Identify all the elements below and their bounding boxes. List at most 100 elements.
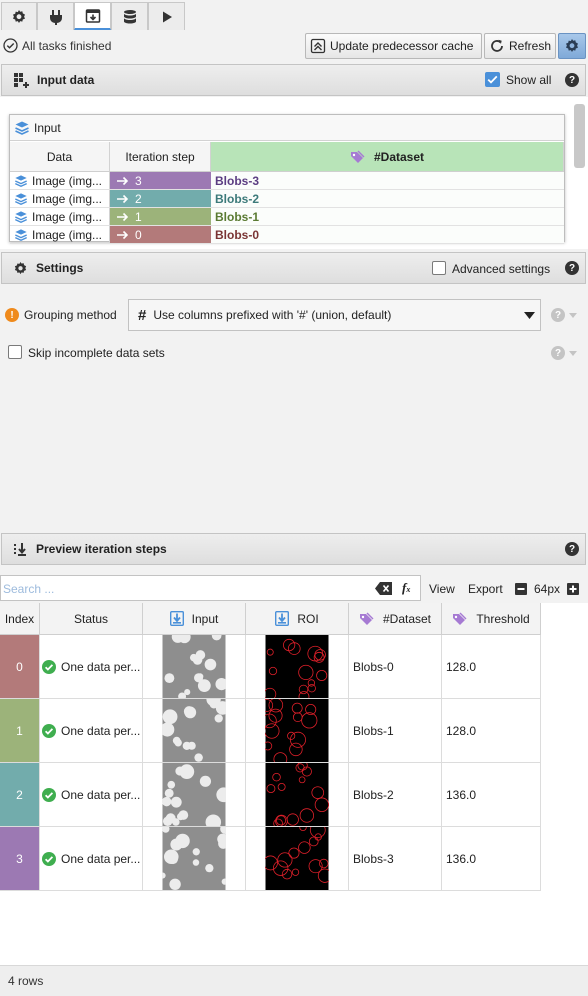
- input-image-thumbnail[interactable]: [162, 827, 226, 890]
- grouping-method-label: Grouping method: [24, 308, 117, 322]
- arrow-right-icon: [116, 212, 130, 222]
- input-row[interactable]: Image (img... 0 Blobs-0: [10, 226, 564, 244]
- cache-settings-button[interactable]: [558, 33, 586, 59]
- table-row[interactable]: 2 One data per... Blobs-2 136.0: [0, 763, 541, 827]
- update-cache-label: Update predecessor cache: [330, 39, 474, 53]
- roi-cell: [246, 827, 349, 890]
- scrollbar-thumb[interactable]: [574, 104, 585, 168]
- gear-icon: [11, 9, 27, 25]
- status-value: One data per...: [61, 851, 141, 866]
- zoom-out-icon[interactable]: [515, 583, 527, 595]
- column-header-iteration-step[interactable]: Iteration step: [110, 142, 211, 172]
- column-header-data[interactable]: Data: [10, 142, 110, 172]
- roi-thumbnail[interactable]: [265, 699, 329, 762]
- dataset-value: Blobs-0: [353, 659, 394, 674]
- column-header-dataset[interactable]: #Dataset: [349, 603, 442, 635]
- refresh-button[interactable]: Refresh: [484, 33, 556, 59]
- tab-run[interactable]: [148, 2, 185, 30]
- status-row: All tasks finished Update predecessor ca…: [0, 31, 588, 61]
- show-all-checkbox[interactable]: [485, 72, 500, 87]
- table-row[interactable]: 3 One data per... Blobs-3 136.0: [0, 827, 541, 891]
- help-icon[interactable]: ?: [565, 73, 579, 87]
- help-icon[interactable]: ?: [565, 261, 579, 275]
- database-icon: [122, 9, 138, 25]
- skip-incomplete-checkbox[interactable]: [8, 345, 22, 359]
- column-header-index[interactable]: Index: [0, 603, 40, 635]
- export-menu[interactable]: Export: [468, 582, 503, 596]
- data-cell: Image (img...: [10, 190, 110, 207]
- dataset-cell: Blobs-3: [349, 827, 442, 890]
- column-header-roi[interactable]: ROI: [246, 603, 349, 635]
- input-slot-icon: [275, 611, 290, 626]
- help-icon[interactable]: ?: [551, 346, 565, 360]
- clear-search-icon[interactable]: [375, 582, 392, 595]
- input-row[interactable]: Image (img... 1 Blobs-1: [10, 208, 564, 226]
- roi-thumbnail[interactable]: [265, 635, 329, 698]
- status-cell: One data per...: [40, 635, 143, 698]
- status-cell: One data per...: [40, 827, 143, 890]
- iteration-step-cell: 3: [110, 172, 211, 189]
- help-icon[interactable]: ?: [551, 308, 565, 322]
- tab-data[interactable]: [111, 2, 148, 30]
- data-cell: Image (img...: [10, 226, 110, 243]
- tab-settings[interactable]: [1, 2, 37, 30]
- status-value: One data per...: [61, 723, 141, 738]
- column-header-threshold[interactable]: Threshold: [442, 603, 541, 635]
- dataset-cell: Blobs-3: [211, 172, 564, 189]
- check-circle-icon: [42, 659, 56, 674]
- tag-icon: [359, 612, 375, 626]
- grouping-method-select[interactable]: # Use columns prefixed with '#' (union, …: [128, 299, 541, 331]
- column-header-dataset[interactable]: #Dataset: [211, 142, 564, 172]
- input-image-thumbnail[interactable]: [162, 635, 226, 698]
- help-icon[interactable]: ?: [565, 542, 579, 556]
- roi-thumbnail[interactable]: [265, 763, 329, 826]
- search-input[interactable]: [3, 580, 363, 597]
- status-value: One data per...: [61, 659, 141, 674]
- dataset-value: Blobs-1: [353, 723, 394, 738]
- gear-icon: [13, 261, 28, 276]
- refresh-icon: [489, 38, 505, 54]
- data-cell: Image (img...: [10, 208, 110, 225]
- column-header-label: #Dataset: [373, 149, 425, 164]
- input-image-thumbnail[interactable]: [162, 699, 226, 762]
- advanced-settings-checkbox[interactable]: [432, 261, 446, 275]
- layers-icon: [14, 120, 30, 136]
- advanced-settings-label: Advanced settings: [452, 262, 551, 276]
- zoom-in-icon[interactable]: [567, 583, 579, 595]
- input-row[interactable]: Image (img... 2 Blobs-2: [10, 190, 564, 208]
- iteration-step-value: 2: [135, 191, 142, 206]
- input-image-thumbnail[interactable]: [162, 763, 226, 826]
- table-row[interactable]: 0 One data per... Blobs-0 128.0: [0, 635, 541, 699]
- column-header-status[interactable]: Status: [40, 603, 143, 635]
- formula-icon[interactable]: fx: [402, 580, 410, 596]
- zoom-level: 64px: [534, 582, 561, 596]
- input-row[interactable]: Image (img... 3 Blobs-3: [10, 172, 564, 190]
- column-header-label: Index: [4, 611, 35, 626]
- index-cell: 1: [0, 699, 40, 762]
- dataset-cell: Blobs-1: [211, 208, 564, 225]
- dataset-value: Blobs-0: [215, 227, 260, 242]
- iteration-step-value: 1: [135, 209, 142, 224]
- column-header-input[interactable]: Input: [143, 603, 246, 635]
- grouping-method-value: Use columns prefixed with '#' (union, de…: [153, 308, 392, 322]
- tab-plugins[interactable]: [37, 2, 74, 30]
- threshold-value: 136.0: [446, 851, 477, 866]
- data-cell-text: Image (img...: [32, 209, 103, 224]
- iteration-step-value: 0: [135, 227, 142, 242]
- check-circle-icon: [3, 38, 18, 53]
- index-value: 0: [16, 659, 23, 674]
- threshold-value: 128.0: [446, 659, 477, 674]
- input-slot-title: Input: [10, 115, 564, 141]
- column-header-label: Status: [73, 611, 109, 626]
- view-menu[interactable]: View: [429, 582, 455, 596]
- status-text: All tasks finished: [22, 39, 112, 53]
- data-cell-text: Image (img...: [32, 227, 103, 242]
- update-predecessor-cache-button[interactable]: Update predecessor cache: [305, 33, 482, 59]
- tab-iteration-steps[interactable]: [74, 2, 111, 30]
- table-row[interactable]: 1 One data per... Blobs-1 128.0: [0, 699, 541, 763]
- status-cell: One data per...: [40, 763, 143, 826]
- threshold-value: 128.0: [446, 723, 477, 738]
- roi-thumbnail[interactable]: [265, 827, 329, 890]
- table-add-icon: [13, 72, 29, 88]
- chevron-down-icon: [569, 313, 577, 318]
